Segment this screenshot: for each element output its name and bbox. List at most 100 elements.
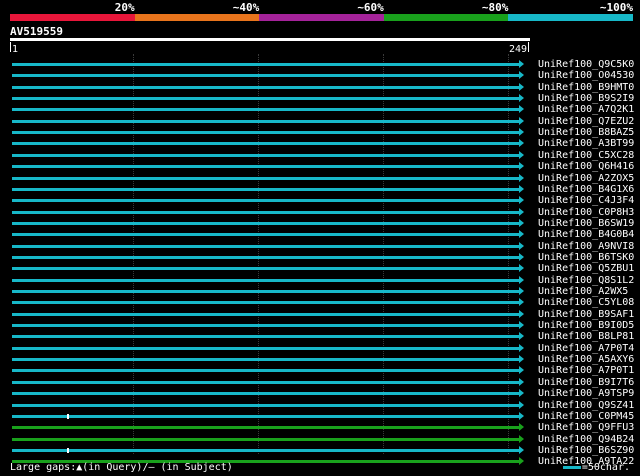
arrow-right-icon <box>519 196 524 204</box>
arrow-right-icon <box>519 174 524 182</box>
hit-row[interactable]: UniRef100_Q7EZU2 <box>0 116 640 127</box>
arrow-right-icon <box>519 105 524 113</box>
hit-row[interactable]: UniRef100_Q9C5K0 <box>0 59 640 70</box>
arrow-right-icon <box>519 83 524 91</box>
hit-label[interactable]: UniRef100_B8LP81 <box>538 331 634 342</box>
legend-bar-4 <box>383 14 509 21</box>
scale-bar-icon <box>562 465 581 469</box>
arrow-right-icon <box>519 253 524 261</box>
hit-alignment-bar <box>12 199 519 202</box>
scale-note: =50char. <box>562 462 630 473</box>
hit-row[interactable]: UniRef100_B9SAF1 <box>0 309 640 320</box>
hit-label[interactable]: UniRef100_C0PM45 <box>538 411 634 422</box>
hit-row[interactable]: UniRef100_A5AXY6 <box>0 354 640 365</box>
hit-row[interactable]: UniRef100_B6TSK0 <box>0 252 640 263</box>
hit-row[interactable]: UniRef100_B8BAZ5 <box>0 127 640 138</box>
hit-row[interactable]: UniRef100_B4G1X6 <box>0 184 640 195</box>
arrow-right-icon <box>519 378 524 386</box>
hit-label[interactable]: UniRef100_B6SZ90 <box>538 445 634 456</box>
hit-row[interactable]: UniRef100_Q5ZBU1 <box>0 263 640 274</box>
hit-label[interactable]: UniRef100_B9SAF1 <box>538 309 634 320</box>
hit-row[interactable]: UniRef100_Q6H416 <box>0 161 640 172</box>
hit-label[interactable]: UniRef100_A2ZOX5 <box>538 173 634 184</box>
hit-label[interactable]: UniRef100_Q7EZU2 <box>538 116 634 127</box>
hit-row[interactable]: UniRef100_C0P8H3 <box>0 207 640 218</box>
hit-label[interactable]: UniRef100_O04530 <box>538 70 634 81</box>
hit-label[interactable]: UniRef100_B4G1X6 <box>538 184 634 195</box>
hit-row[interactable]: UniRef100_A7Q2K1 <box>0 104 640 115</box>
hit-alignment-bar <box>12 369 519 372</box>
hit-alignment-bar <box>12 404 519 407</box>
hit-row[interactable]: UniRef100_B8LP81 <box>0 331 640 342</box>
hit-label[interactable]: UniRef100_B9HMT0 <box>538 82 634 93</box>
hit-row[interactable]: UniRef100_B9I7T6 <box>0 377 640 388</box>
hit-alignment-bar <box>12 165 519 168</box>
hit-alignment-bar <box>12 324 519 327</box>
hit-label[interactable]: UniRef100_Q94B24 <box>538 434 634 445</box>
hit-alignment-bar <box>12 74 519 77</box>
hit-row[interactable]: UniRef100_A2WX5 <box>0 286 640 297</box>
hit-row[interactable]: UniRef100_A9TSP9 <box>0 388 640 399</box>
hit-label[interactable]: UniRef100_A5AXY6 <box>538 354 634 365</box>
hit-label[interactable]: UniRef100_B9I7T6 <box>538 377 634 388</box>
hit-row[interactable]: UniRef100_Q8S1L2 <box>0 275 640 286</box>
hit-label[interactable]: UniRef100_C5XC28 <box>538 150 634 161</box>
hit-label[interactable]: UniRef100_Q5ZBU1 <box>538 263 634 274</box>
hit-label[interactable]: UniRef100_B8BAZ5 <box>538 127 634 138</box>
hit-label[interactable]: UniRef100_C0P8H3 <box>538 207 634 218</box>
arrow-right-icon <box>519 94 524 102</box>
arrow-right-icon <box>519 321 524 329</box>
hit-label[interactable]: UniRef100_Q8S1L2 <box>538 275 634 286</box>
hit-row[interactable]: UniRef100_Q94B24 <box>0 434 640 445</box>
subject-gap-marker <box>67 448 69 453</box>
legend-label-5: ~100% <box>599 1 633 14</box>
hit-alignment-bar <box>12 415 519 418</box>
hit-row[interactable]: UniRef100_B6SZ90 <box>0 445 640 456</box>
hit-alignment-bar <box>12 177 519 180</box>
hit-row[interactable]: UniRef100_B9S2I9 <box>0 93 640 104</box>
hit-label[interactable]: UniRef100_A9NVI8 <box>538 241 634 252</box>
hit-row[interactable]: UniRef100_C0PM45 <box>0 411 640 422</box>
hit-label[interactable]: UniRef100_C4J3F4 <box>538 195 634 206</box>
hit-row[interactable]: UniRef100_O04530 <box>0 70 640 81</box>
hit-row[interactable]: UniRef100_A3BT99 <box>0 138 640 149</box>
hit-label[interactable]: UniRef100_Q9FFU3 <box>538 422 634 433</box>
hit-label[interactable]: UniRef100_Q9C5K0 <box>538 59 634 70</box>
arrow-right-icon <box>519 151 524 159</box>
legend-label-4: ~80% <box>481 1 509 14</box>
hit-row[interactable]: UniRef100_Q9FFU3 <box>0 422 640 433</box>
hit-label[interactable]: UniRef100_Q6H416 <box>538 161 634 172</box>
hit-label[interactable]: UniRef100_A7P0T4 <box>538 343 634 354</box>
arrow-right-icon <box>519 457 524 465</box>
hit-label[interactable]: UniRef100_A9TSP9 <box>538 388 634 399</box>
hit-label[interactable]: UniRef100_B4G0B4 <box>538 229 634 240</box>
hit-alignment-bar <box>12 211 519 214</box>
hit-row[interactable]: UniRef100_A2ZOX5 <box>0 173 640 184</box>
hit-label[interactable]: UniRef100_B6TSK0 <box>538 252 634 263</box>
hit-row[interactable]: UniRef100_Q9SZ41 <box>0 400 640 411</box>
hit-label[interactable]: UniRef100_A3BT99 <box>538 138 634 149</box>
hit-row[interactable]: UniRef100_A9NVI8 <box>0 241 640 252</box>
arrow-right-icon <box>519 117 524 125</box>
hit-row[interactable]: UniRef100_A7P0T1 <box>0 365 640 376</box>
hit-row[interactable]: UniRef100_A7P0T4 <box>0 343 640 354</box>
hit-label[interactable]: UniRef100_A7P0T1 <box>538 365 634 376</box>
arrow-right-icon <box>519 435 524 443</box>
hit-label[interactable]: UniRef100_A7Q2K1 <box>538 104 634 115</box>
hit-label[interactable]: UniRef100_B6SW19 <box>538 218 634 229</box>
legend-bar-1 <box>10 14 135 21</box>
hit-row[interactable]: UniRef100_B9I0D5 <box>0 320 640 331</box>
hit-label[interactable]: UniRef100_C5YL08 <box>538 297 634 308</box>
hit-label[interactable]: UniRef100_B9S2I9 <box>538 93 634 104</box>
hit-alignment-bar <box>12 301 519 304</box>
hit-row[interactable]: UniRef100_C5XC28 <box>0 150 640 161</box>
hit-row[interactable]: UniRef100_C5YL08 <box>0 297 640 308</box>
hit-label[interactable]: UniRef100_A2WX5 <box>538 286 628 297</box>
arrow-right-icon <box>519 185 524 193</box>
hit-row[interactable]: UniRef100_B6SW19 <box>0 218 640 229</box>
hit-row[interactable]: UniRef100_B9HMT0 <box>0 82 640 93</box>
hit-row[interactable]: UniRef100_B4G0B4 <box>0 229 640 240</box>
hit-label[interactable]: UniRef100_B9I0D5 <box>538 320 634 331</box>
hit-label[interactable]: UniRef100_Q9SZ41 <box>538 400 634 411</box>
hit-row[interactable]: UniRef100_C4J3F4 <box>0 195 640 206</box>
